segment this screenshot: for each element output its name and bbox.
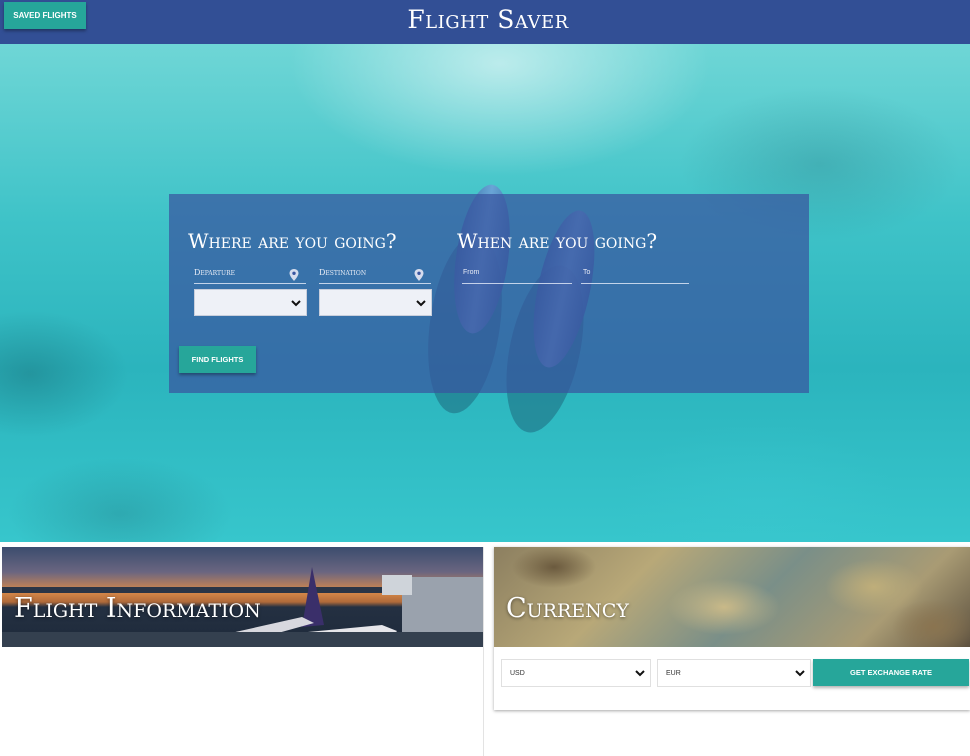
from-date-label: From <box>463 269 480 276</box>
chevron-down-icon <box>416 299 426 306</box>
chevron-down-icon <box>291 299 301 306</box>
flight-info-card: Flight Information <box>2 547 484 756</box>
destination-underline <box>319 283 431 284</box>
departure-underline <box>194 283 306 284</box>
location-pin-icon <box>414 269 424 281</box>
currency-card: Currency USD EUR GET EXCHANGE RATE <box>494 547 970 710</box>
where-heading: Where are you going? <box>188 229 397 253</box>
to-currency-value: EUR <box>666 669 681 677</box>
currency-title: Currency <box>506 593 629 624</box>
departure-label: Departure <box>194 268 235 277</box>
chevron-down-icon <box>635 670 645 677</box>
navbar: SAVED FLIGHTS Flight Saver <box>0 0 970 44</box>
from-currency-select[interactable]: USD <box>501 659 651 687</box>
flight-info-image: Flight Information <box>2 547 483 647</box>
get-exchange-rate-button[interactable]: GET EXCHANGE RATE <box>813 659 969 686</box>
flight-info-title: Flight Information <box>14 593 261 624</box>
to-date-input[interactable] <box>581 283 689 284</box>
to-date-label: To <box>583 269 591 276</box>
from-date-input[interactable] <box>462 283 572 284</box>
find-flights-button[interactable]: FIND FLIGHTS <box>179 346 256 373</box>
location-pin-icon <box>289 269 299 281</box>
from-currency-value: USD <box>510 669 525 677</box>
departure-select[interactable] <box>194 289 307 316</box>
when-heading: When are you going? <box>457 229 658 253</box>
to-currency-select[interactable]: EUR <box>657 659 811 687</box>
destination-label: Destination <box>319 268 367 277</box>
currency-image: Currency <box>494 547 970 647</box>
app-title: Flight Saver <box>407 5 569 34</box>
chevron-down-icon <box>795 670 805 677</box>
destination-select[interactable] <box>319 289 432 316</box>
